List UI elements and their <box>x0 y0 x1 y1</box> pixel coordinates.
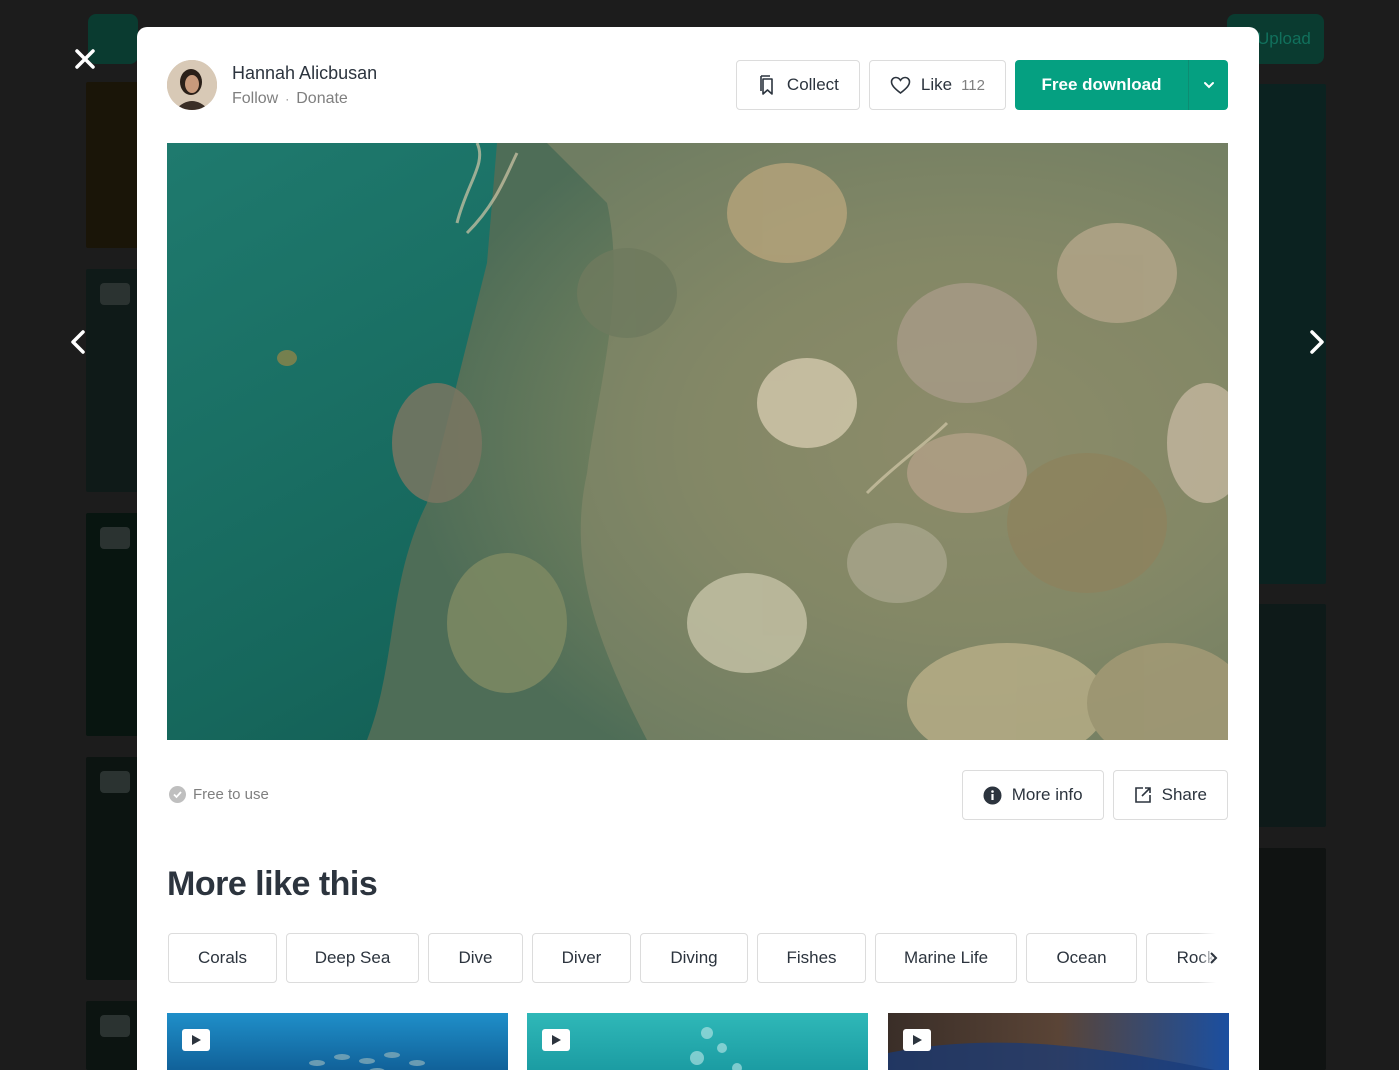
play-icon <box>542 1029 570 1051</box>
share-button[interactable]: Share <box>1112 770 1228 820</box>
tag-chip[interactable]: Fishes <box>757 933 866 983</box>
tag-chip[interactable]: Corals <box>168 933 277 983</box>
tag-chip[interactable]: Marine Life <box>875 933 1017 983</box>
free-download-button[interactable]: Free download <box>1015 60 1188 110</box>
like-button[interactable]: Like 112 <box>868 60 1006 110</box>
info-icon <box>983 786 1002 804</box>
chevron-right-icon <box>1310 330 1324 354</box>
close-button[interactable] <box>70 44 100 74</box>
next-button[interactable] <box>1297 322 1337 362</box>
collect-button[interactable]: Collect <box>735 60 860 110</box>
play-icon <box>903 1029 931 1051</box>
author-block: Hannah Alicbusan Follow · Donate <box>167 60 377 110</box>
tag-chip[interactable]: Deep Sea <box>286 933 419 983</box>
heart-icon <box>890 76 911 94</box>
free-to-use-label: Free to use <box>193 786 269 803</box>
more-info-label: More info <box>1011 785 1083 804</box>
chevron-right-icon <box>1210 952 1218 964</box>
previous-button[interactable] <box>58 322 98 362</box>
collect-label: Collect <box>786 75 839 94</box>
background-tile <box>86 757 138 980</box>
video-player[interactable] <box>167 143 1228 740</box>
related-video-thumbnail[interactable] <box>527 1013 868 1070</box>
background-tile <box>86 82 138 248</box>
follow-link[interactable]: Follow <box>232 90 278 108</box>
tag-chip[interactable]: Diving <box>640 933 748 983</box>
author-name[interactable]: Hannah Alicbusan <box>232 63 377 84</box>
avatar[interactable] <box>167 60 217 110</box>
chevron-left-icon <box>71 330 85 354</box>
background-tile <box>1258 604 1326 827</box>
like-label: Like <box>920 75 953 94</box>
close-icon <box>75 49 95 69</box>
background-tile <box>1258 848 1326 1070</box>
related-video-thumbnail[interactable] <box>888 1013 1229 1070</box>
check-icon <box>169 786 186 803</box>
play-icon <box>182 1029 210 1051</box>
tag-chip[interactable]: Ocean <box>1026 933 1137 983</box>
media-modal: Hannah Alicbusan Follow · Donate Collect… <box>137 27 1259 1070</box>
tag-chip[interactable]: Diver <box>532 933 631 983</box>
background-tile <box>86 269 138 492</box>
background-tile <box>86 513 138 736</box>
related-video-thumbnail[interactable] <box>167 1013 508 1070</box>
section-title: More like this <box>167 865 378 903</box>
more-info-button[interactable]: More info <box>961 770 1104 820</box>
like-count: 112 <box>961 76 985 94</box>
background-tile <box>86 1001 138 1070</box>
share-icon <box>1134 787 1151 803</box>
tag-chip[interactable]: Dive <box>428 933 523 983</box>
separator: · <box>285 91 290 106</box>
tag-list: Corals Deep Sea Dive Diver Diving Fishes… <box>168 933 1228 983</box>
tags-scroll-right-button[interactable] <box>1198 933 1228 983</box>
bookmark-icon <box>760 75 773 95</box>
license-note[interactable]: Free to use <box>169 786 269 803</box>
donate-link[interactable]: Donate <box>296 90 348 108</box>
download-options-button[interactable] <box>1188 60 1228 110</box>
coral-reef-video-frame <box>167 143 1228 740</box>
download-button-group: Free download <box>1015 60 1228 110</box>
chevron-down-icon <box>1203 82 1214 89</box>
share-label: Share <box>1161 785 1207 804</box>
